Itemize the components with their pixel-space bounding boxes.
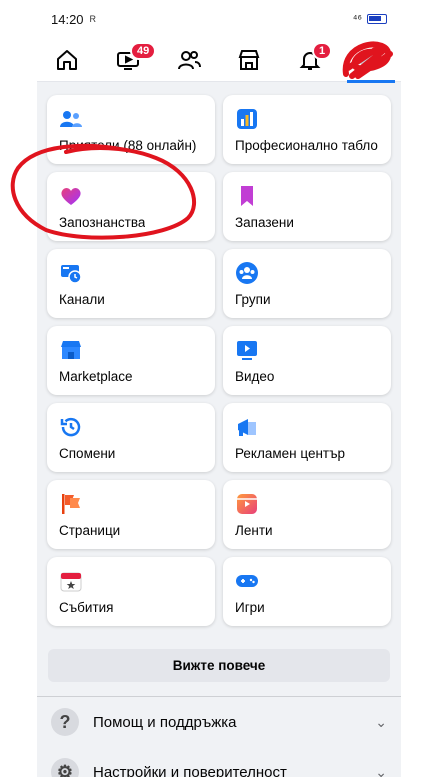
friends-icon xyxy=(60,111,82,127)
status-time: 14:20 xyxy=(51,11,84,27)
dating-heart-icon xyxy=(61,188,81,205)
nav-friends[interactable] xyxy=(169,40,209,80)
tile-gaming[interactable]: Игри xyxy=(223,557,391,626)
tile-pages[interactable]: Страници xyxy=(47,480,215,549)
help-support-row[interactable]: ? Помощ и поддръжка ⌄ xyxy=(37,697,401,747)
tile-label: Канали xyxy=(59,292,105,307)
tile-label: Приятели (88 онлайн) xyxy=(59,138,197,153)
tile-ad-center[interactable]: Рекламен център xyxy=(223,403,391,472)
events-icon xyxy=(60,572,82,592)
tile-groups[interactable]: Групи xyxy=(223,249,391,318)
chevron-down-icon: ⌄ xyxy=(375,763,387,777)
tile-label: Видео xyxy=(235,369,275,384)
groups-icon xyxy=(236,262,258,284)
tile-label: Събития xyxy=(59,600,114,615)
friends-outline-icon xyxy=(177,50,201,69)
chevron-down-icon: ⌄ xyxy=(375,713,387,730)
tile-reels[interactable]: Ленти xyxy=(223,480,391,549)
nav-home[interactable] xyxy=(47,40,87,80)
memories-icon xyxy=(60,417,81,437)
help-icon: ? xyxy=(51,708,79,736)
reels-icon xyxy=(237,494,257,514)
tile-events[interactable]: Събития xyxy=(47,557,215,626)
shortcuts-grid: Приятели (88 онлайн) Професионално табло… xyxy=(47,95,391,626)
help-support-label: Помощ и поддръжка xyxy=(93,713,237,731)
tile-label: Професионално табло xyxy=(235,138,378,153)
notification-badge: 1 xyxy=(311,41,333,60)
tile-label: Marketplace xyxy=(59,369,133,384)
phone-screen: 14:20 R ⁴⁶ 49 1 Приятели (88 онлайн) Про… xyxy=(37,0,401,777)
tile-saved[interactable]: Запазени xyxy=(223,172,391,241)
feeds-icon xyxy=(61,265,82,284)
profile-avatar-icon xyxy=(359,48,382,71)
settings-privacy-label: Настройки и поверителност xyxy=(93,763,287,777)
tile-label: Спомени xyxy=(59,446,116,461)
tile-dating[interactable]: Запознанства xyxy=(47,172,215,241)
tile-label: Игри xyxy=(235,600,265,615)
tile-label: Ленти xyxy=(235,523,273,538)
signal-icons: ⁴⁶ xyxy=(352,13,362,25)
gaming-icon xyxy=(236,575,258,587)
tile-label: Рекламен център xyxy=(235,446,346,461)
tile-feeds[interactable]: Канали xyxy=(47,249,215,318)
bookmark-icon xyxy=(241,186,253,206)
tile-label: Запазени xyxy=(235,215,294,230)
video-icon xyxy=(237,341,257,360)
dashboard-icon xyxy=(237,109,257,129)
tile-friends[interactable]: Приятели (88 онлайн) xyxy=(47,95,215,164)
tile-label: Запознанства xyxy=(59,215,146,230)
tile-marketplace[interactable]: Marketplace xyxy=(47,326,215,395)
top-navigation: 49 1 xyxy=(37,38,401,83)
tile-professional-dashboard[interactable]: Професионално табло xyxy=(223,95,391,164)
settings-icon: ⚙ xyxy=(51,758,79,777)
video-badge: 49 xyxy=(129,41,157,60)
nav-menu[interactable] xyxy=(346,40,395,83)
battery-icon xyxy=(367,14,387,24)
tile-memories[interactable]: Спомени xyxy=(47,403,215,472)
nav-video[interactable]: 49 xyxy=(108,40,157,80)
marketplace-icon xyxy=(61,341,81,359)
nav-marketplace[interactable] xyxy=(229,40,269,80)
ad-center-icon xyxy=(238,419,256,436)
tile-label: Групи xyxy=(235,292,271,307)
tile-video[interactable]: Видео xyxy=(223,326,391,395)
tile-label: Страници xyxy=(59,523,121,538)
nav-notifications[interactable]: 1 xyxy=(290,40,333,80)
see-more-button[interactable]: Вижте повече xyxy=(48,649,390,682)
home-icon xyxy=(57,49,78,70)
settings-privacy-row[interactable]: ⚙ Настройки и поверителност ⌄ xyxy=(37,747,401,777)
status-icons-left: R xyxy=(89,14,97,24)
pages-flag-icon xyxy=(62,494,80,514)
store-icon xyxy=(238,49,260,70)
status-bar: 14:20 R ⁴⁶ xyxy=(37,0,401,38)
